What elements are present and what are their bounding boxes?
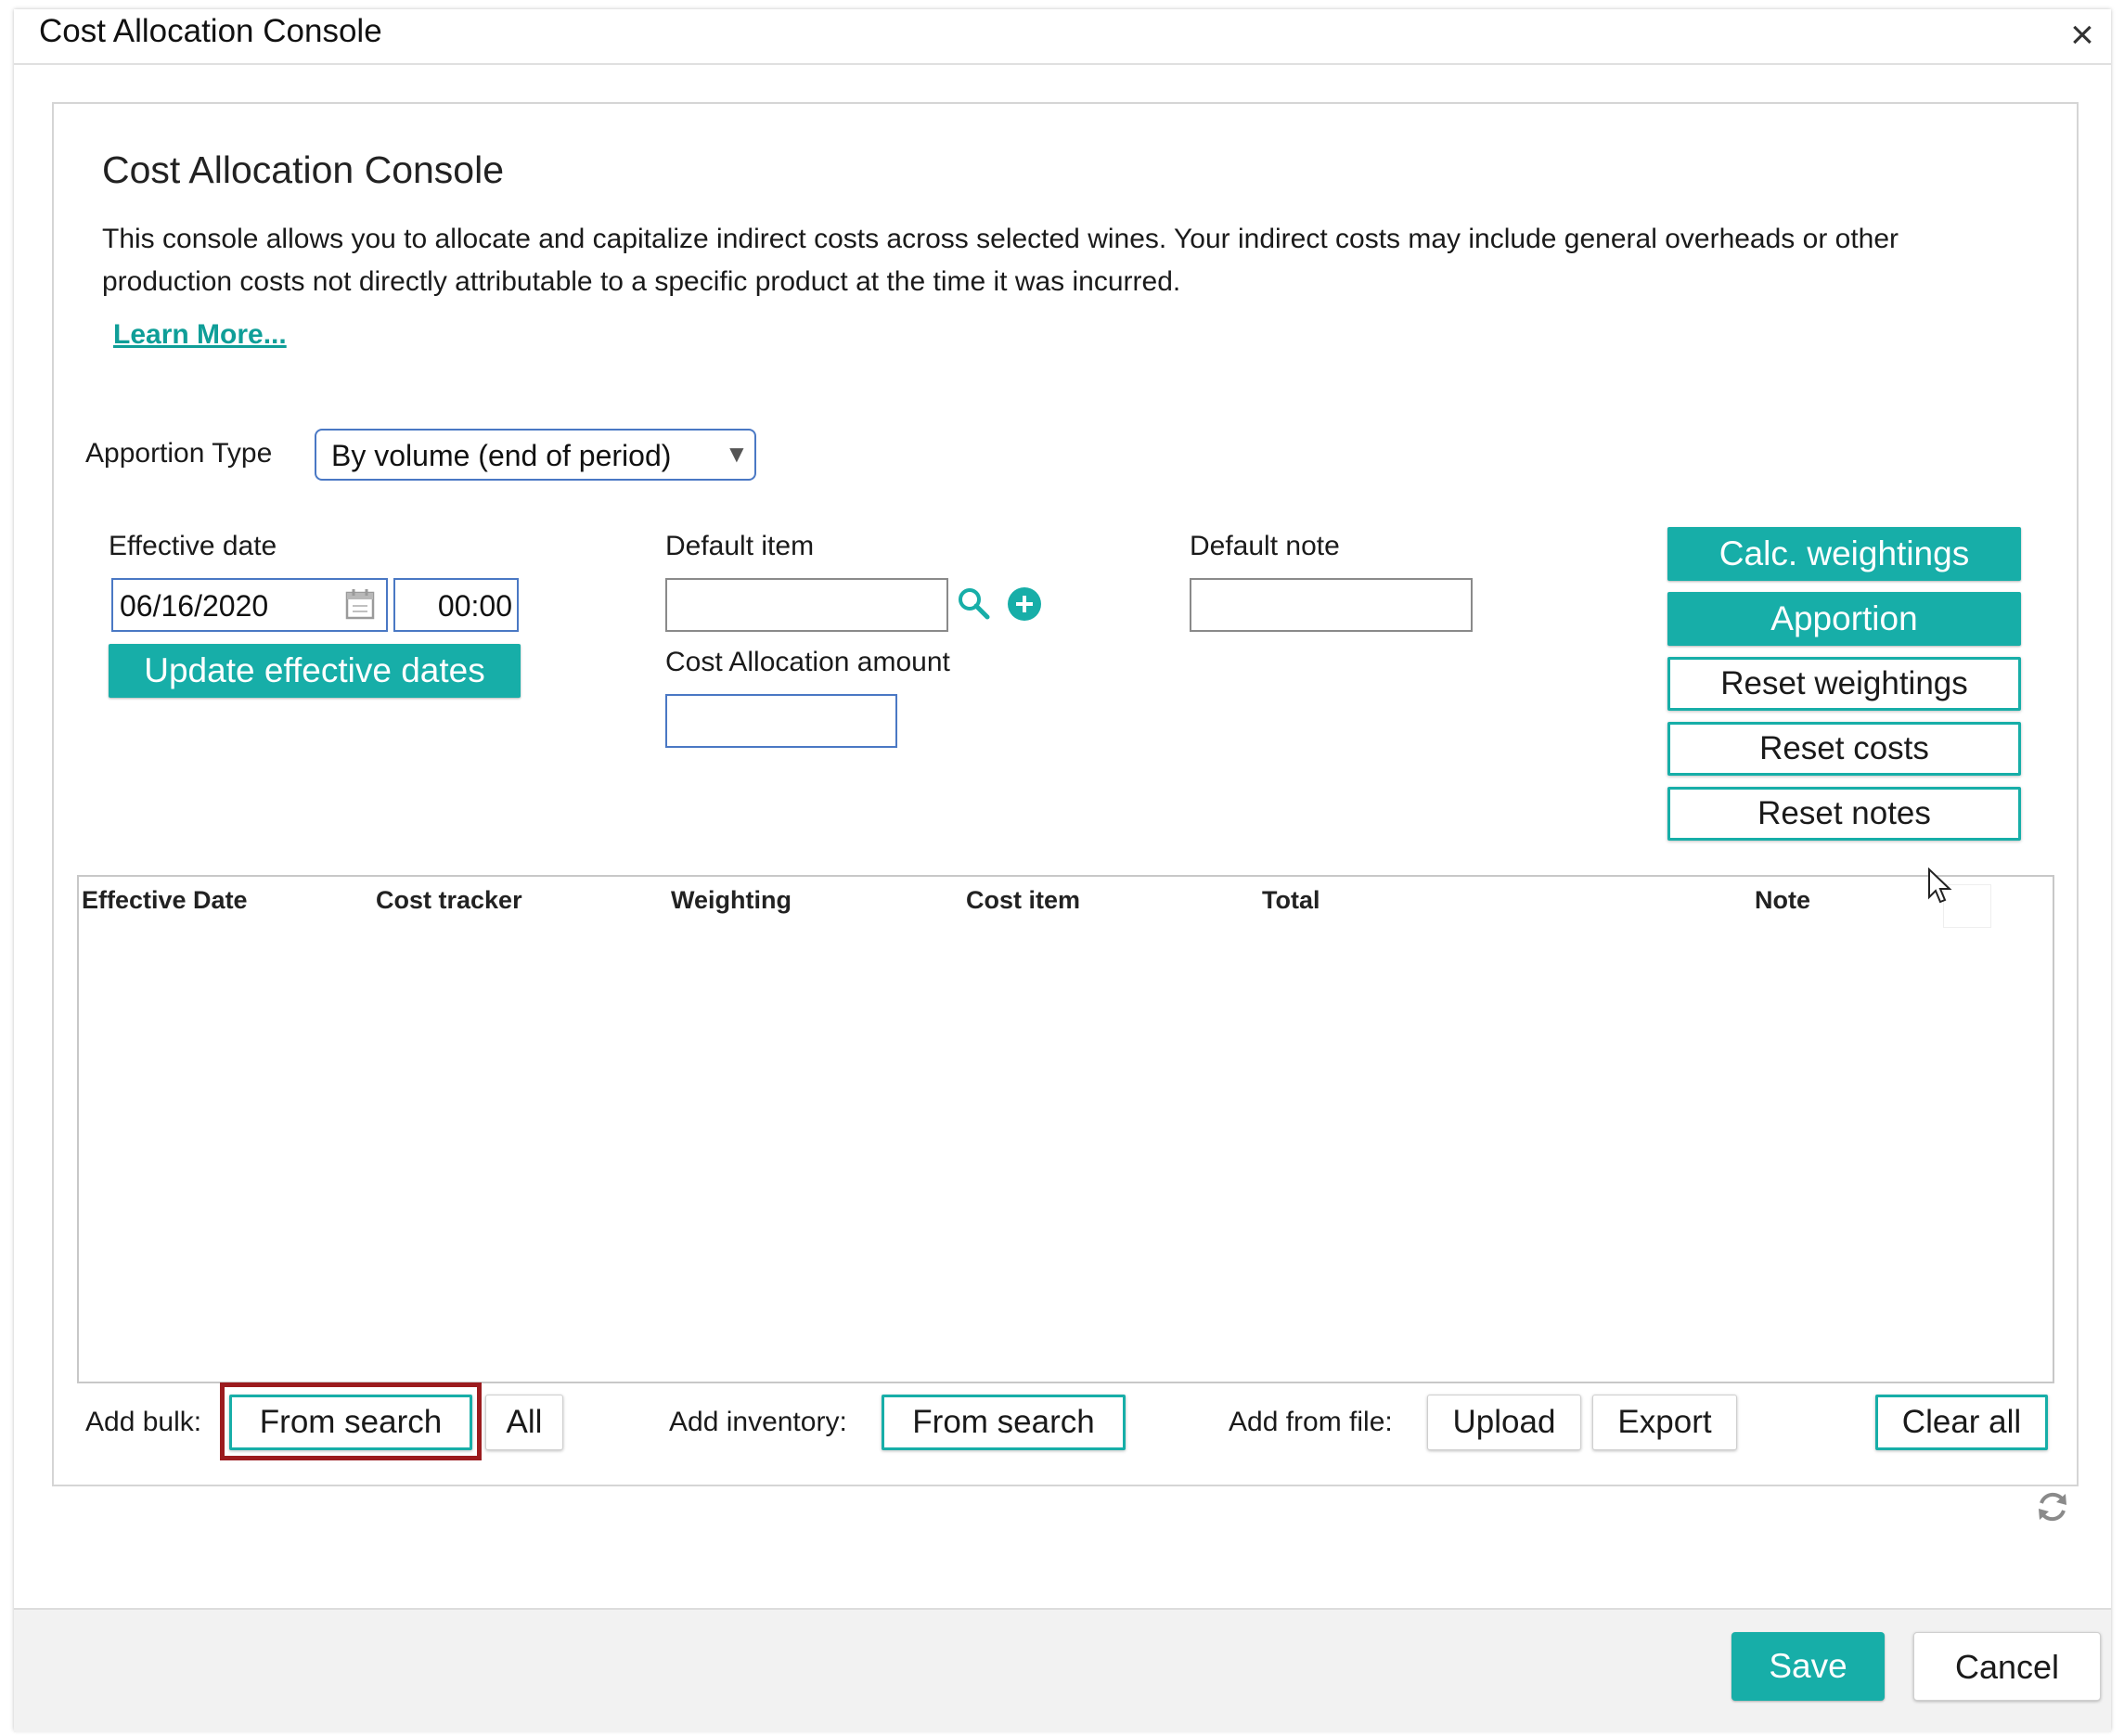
upload-button[interactable]: Upload [1427, 1395, 1581, 1450]
effective-time-input[interactable]: 00:00 [393, 578, 519, 632]
add-bulk-label: Add bulk: [85, 1407, 202, 1437]
page-title: Cost Allocation Console [102, 148, 505, 191]
column-header-note[interactable]: Note [1755, 886, 1810, 915]
apportion-type-value: By volume (end of period) [331, 439, 672, 472]
calc-weightings-button[interactable]: Calc. weightings [1667, 527, 2021, 581]
dialog-title: Cost Allocation Console [39, 13, 382, 49]
column-header-effective-date[interactable]: Effective Date [82, 886, 248, 915]
learn-more-link[interactable]: Learn More... [113, 319, 287, 351]
export-button[interactable]: Export [1592, 1395, 1737, 1450]
default-item-label: Default item [665, 531, 815, 561]
add-inventory-label: Add inventory: [669, 1407, 847, 1437]
default-item-input[interactable] [665, 578, 948, 632]
calendar-icon[interactable] [345, 587, 375, 628]
dropdown-arrow-icon: ▼ [725, 440, 749, 468]
refresh-icon[interactable] [2034, 1488, 2071, 1530]
column-header-cost-tracker[interactable]: Cost tracker [376, 886, 522, 915]
highlight-box [220, 1382, 482, 1460]
apportion-type-label: Apportion Type [85, 438, 273, 469]
add-item-icon[interactable] [1007, 586, 1042, 626]
cancel-button[interactable]: Cancel [1913, 1632, 2101, 1701]
apportion-type-select[interactable]: By volume (end of period) ▼ [315, 429, 756, 481]
clear-all-button[interactable]: Clear all [1875, 1395, 2048, 1450]
save-button[interactable]: Save [1731, 1632, 1885, 1701]
close-icon[interactable]: × [2062, 15, 2103, 56]
column-header-total[interactable]: Total [1262, 886, 1320, 915]
default-note-input[interactable] [1190, 578, 1473, 632]
allocation-grid[interactable] [77, 875, 2054, 1383]
update-effective-dates-button[interactable]: Update effective dates [109, 644, 521, 698]
effective-date-label: Effective date [109, 531, 277, 561]
reset-notes-button[interactable]: Reset notes [1667, 787, 2021, 841]
column-header-weighting[interactable]: Weighting [671, 886, 792, 915]
mouse-cursor-icon [1927, 867, 1955, 911]
reset-costs-button[interactable]: Reset costs [1667, 722, 2021, 776]
add-from-file-label: Add from file: [1229, 1407, 1393, 1437]
description-text: This console allows you to allocate and … [102, 224, 1899, 297]
effective-date-value: 06/16/2020 [120, 589, 269, 623]
reset-weightings-button[interactable]: Reset weightings [1667, 657, 2021, 711]
cost-allocation-amount-label: Cost Allocation amount [665, 647, 950, 677]
apportion-button[interactable]: Apportion [1667, 592, 2021, 646]
effective-time-value: 00:00 [437, 589, 512, 623]
bulk-all-button[interactable]: All [485, 1395, 563, 1450]
column-header-cost-item[interactable]: Cost item [966, 886, 1080, 915]
cost-allocation-amount-input[interactable] [665, 694, 897, 748]
default-note-label: Default note [1190, 531, 1340, 561]
inventory-from-search-button[interactable]: From search [882, 1395, 1126, 1450]
effective-date-input[interactable]: 06/16/2020 [111, 578, 388, 632]
search-icon[interactable] [956, 585, 993, 627]
